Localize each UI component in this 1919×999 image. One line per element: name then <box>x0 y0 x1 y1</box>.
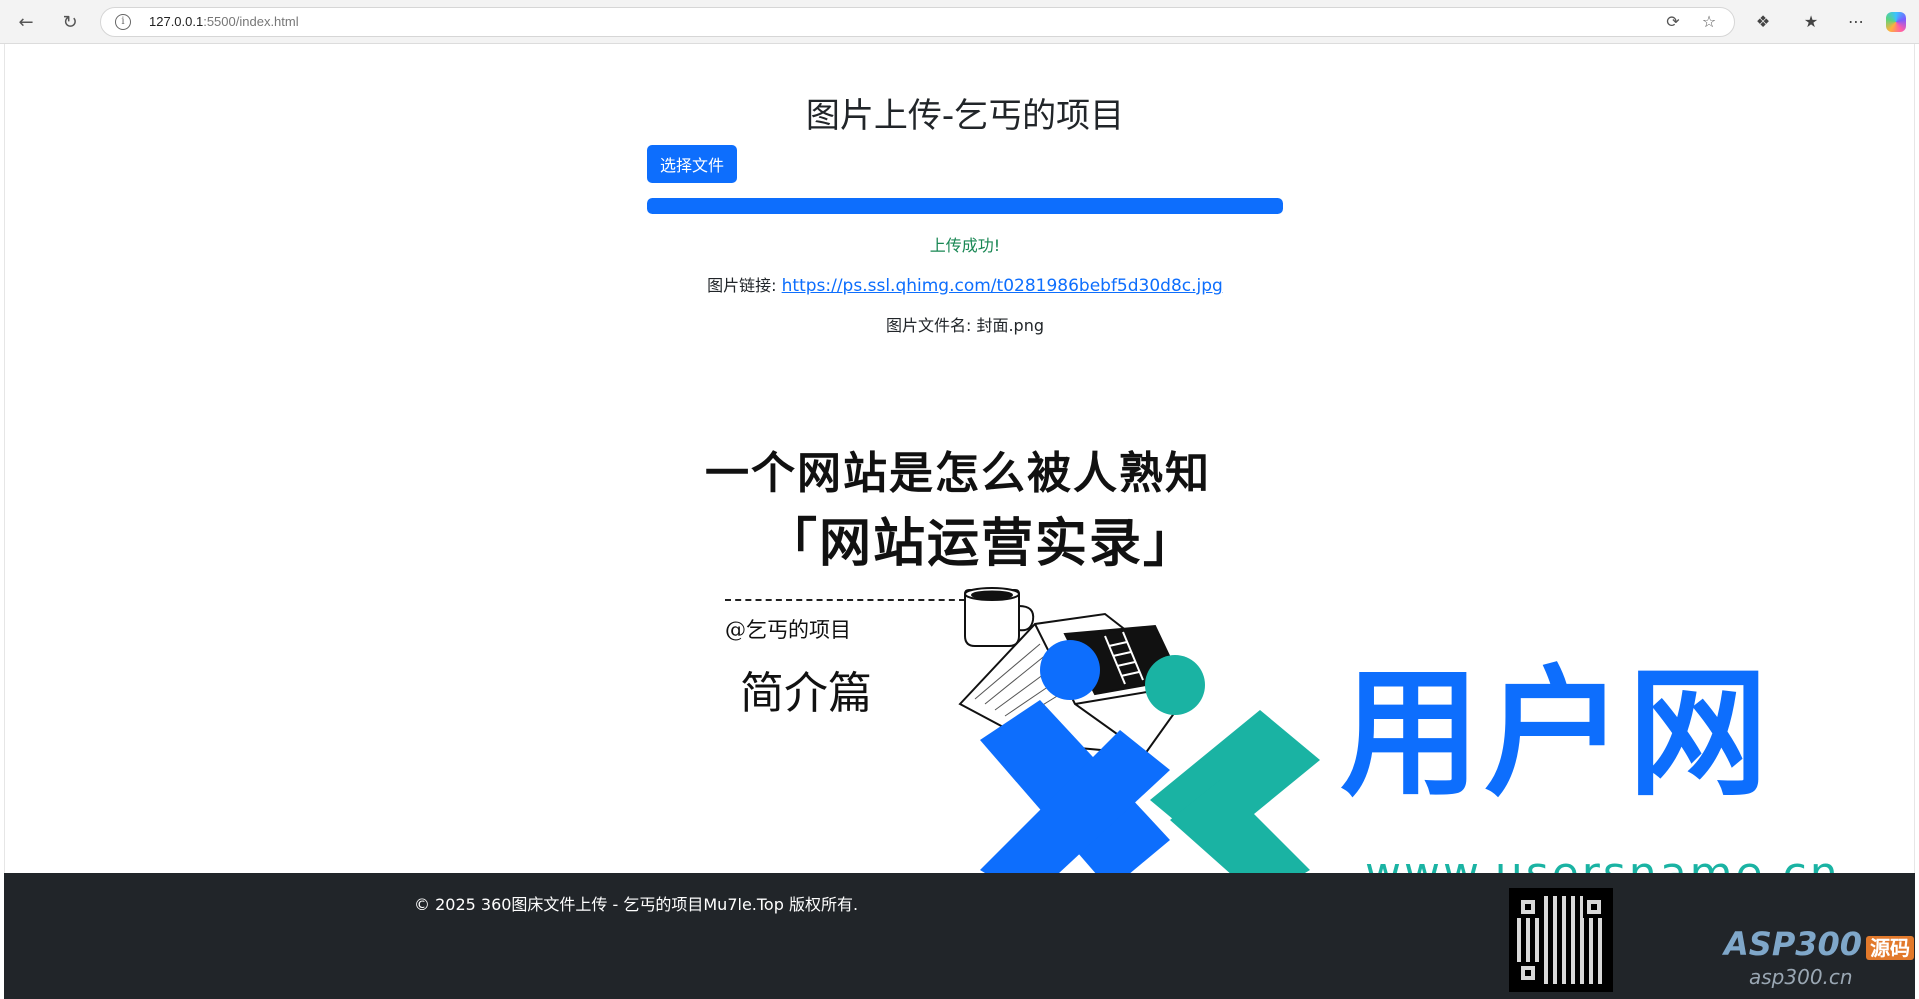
page-footer: © 2025 360图床文件上传 - 乞丐的项目Mu7le.Top 版权所有. … <box>4 873 1915 999</box>
choose-file-button[interactable]: 选择文件 <box>647 145 737 183</box>
translate-icon[interactable]: ⟳ <box>1663 12 1683 32</box>
image-filename: 图片文件名: 封面.png <box>885 316 1045 335</box>
page-title: 图片上传-乞丐的项目 <box>805 96 1125 136</box>
asp300-url: asp300.cn <box>1749 965 1853 989</box>
asp300-logo: ASP300 源码 <box>1724 925 1915 963</box>
watermark-brand: 用户网 <box>1340 653 1773 816</box>
upload-status: 上传成功! <box>929 236 1001 255</box>
cover-headline: 一个网站是怎么被人熟知 <box>705 448 1211 499</box>
image-link[interactable]: https://ps.ssl.qhimg.com/t0281986bebf5d3… <box>782 276 1223 296</box>
footer-copyright: © 2025 360图床文件上传 - 乞丐的项目Mu7le.Top 版权所有. <box>414 895 859 914</box>
favorite-star-icon[interactable]: ☆ <box>1699 12 1719 32</box>
url-text[interactable]: 127.0.0.1:5500/index.html <box>149 14 299 29</box>
qr-code-icon <box>1509 888 1613 992</box>
extensions-icon[interactable]: ❖ <box>1752 11 1774 33</box>
address-bar[interactable]: i 127.0.0.1:5500/index.html ⟳ ☆ <box>100 7 1735 37</box>
cover-subtitle: 「网站运营实录」 <box>765 513 1198 574</box>
reload-icon[interactable]: ↻ <box>58 10 82 34</box>
more-menu-icon[interactable]: ⋯ <box>1845 11 1867 33</box>
site-info-icon[interactable]: i <box>115 14 131 30</box>
image-link-label: 图片链接: <box>707 276 782 295</box>
image-link-line: 图片链接: https://ps.ssl.qhimg.com/t0281986b… <box>647 272 1283 296</box>
copilot-icon[interactable] <box>1886 12 1906 32</box>
favorites-icon[interactable]: ★ <box>1800 11 1822 33</box>
browser-toolbar: ← ↻ i 127.0.0.1:5500/index.html ⟳ ☆ ❖ ★ … <box>0 0 1919 44</box>
watermark-logo-icon <box>980 640 1320 900</box>
upload-progress-bar <box>647 198 1283 214</box>
cover-chapter: 简介篇 <box>740 668 872 719</box>
cover-author: @乞丐的项目 <box>725 618 851 642</box>
back-icon[interactable]: ← <box>14 10 38 34</box>
progress-fill <box>647 198 1283 214</box>
cover-divider <box>725 599 965 601</box>
